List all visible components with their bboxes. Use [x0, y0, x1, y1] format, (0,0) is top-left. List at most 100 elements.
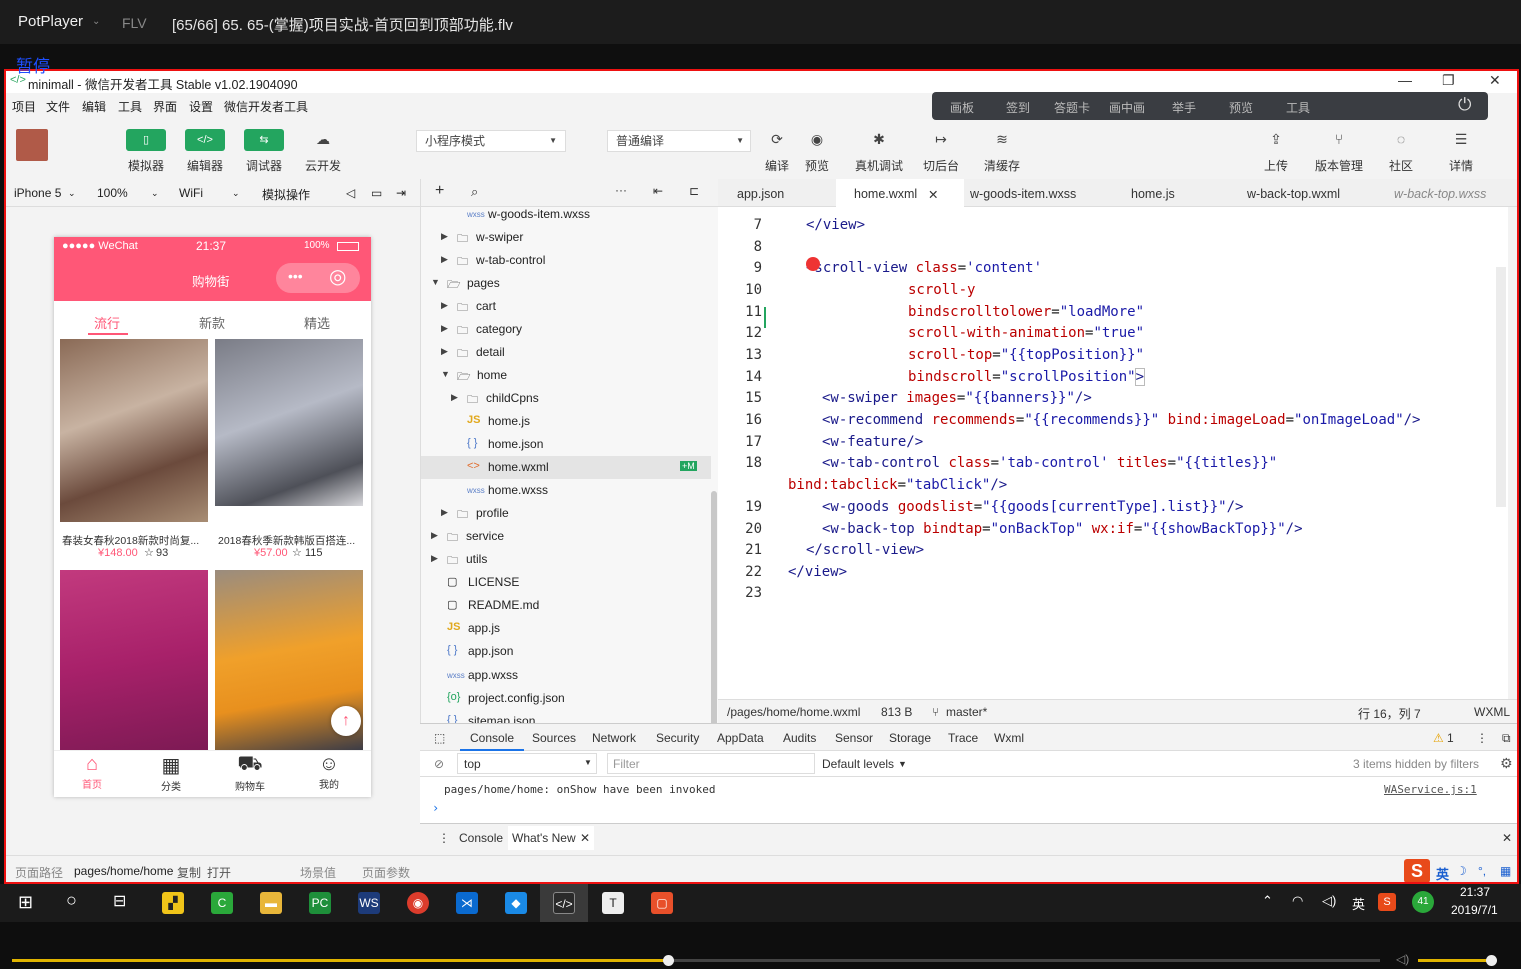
clock-time[interactable]: 21:37 [1460, 885, 1490, 899]
debugger-icon[interactable]: ⇆ [244, 129, 284, 151]
tree-item[interactable]: JS home.js [421, 410, 711, 433]
layers-icon[interactable]: ≋ [987, 131, 1017, 148]
tab-audits[interactable]: Audits [783, 731, 816, 745]
app-icon[interactable]: ◆ [505, 892, 527, 914]
volume-slider[interactable] [1418, 959, 1490, 962]
menu-tools[interactable]: 工具 [118, 98, 142, 115]
ime-tray-icon[interactable]: S [1378, 893, 1396, 911]
file-explorer-icon[interactable]: ▬ [260, 892, 282, 914]
pycharm-icon[interactable]: PC [309, 892, 331, 914]
editor-scrollbar[interactable] [1496, 267, 1506, 507]
collapse-icon[interactable]: ⊏ [689, 184, 699, 198]
player-brand[interactable]: PotPlayer [18, 13, 83, 30]
tree-item[interactable]: ▶ 🗀 profile [421, 502, 711, 525]
chevron-down-icon[interactable]: ⌄ [232, 188, 240, 199]
preview-label[interactable]: 预览 [787, 157, 847, 174]
tab-network[interactable]: Network [592, 731, 636, 745]
upload-label[interactable]: 上传 [1246, 157, 1306, 174]
tree-item[interactable]: ▶ 🗀 cart [421, 295, 711, 318]
seek-handle[interactable] [663, 955, 674, 966]
tab-selected[interactable]: 精选 [304, 313, 330, 332]
context-select[interactable]: top ▼ [457, 753, 597, 774]
open-link[interactable]: 打开 [207, 864, 231, 881]
overlay-preview[interactable]: 预览 [1229, 99, 1253, 116]
tree-item[interactable]: { } home.json [421, 433, 711, 456]
tree-item[interactable]: wxss app.wxss [421, 664, 711, 687]
tab-sensor[interactable]: Sensor [835, 731, 873, 745]
drawer-tab-whats-new[interactable]: What's New [512, 831, 576, 845]
copy-link[interactable]: 复制 [177, 864, 201, 881]
bug-icon[interactable]: ✱ [864, 131, 894, 148]
code-editor[interactable]: 7 8 9 10 11 12 13 14 15 16 17 18 19 20 2… [718, 207, 1508, 699]
console-source-link[interactable]: WAService.js:1 [1384, 783, 1477, 796]
levels-select[interactable]: Default levels [822, 757, 894, 771]
tab-popular[interactable]: 流行 [94, 313, 120, 332]
webstorm-icon[interactable]: WS [358, 892, 380, 914]
sticky-notes-icon[interactable]: ▞ [162, 892, 184, 914]
close-icon[interactable]: ✕ [580, 831, 590, 845]
typora-icon[interactable]: T [602, 892, 624, 914]
warning-count[interactable]: 1 [1447, 731, 1454, 745]
chrome-icon[interactable]: ◉ [407, 892, 429, 914]
tree-item-selected[interactable]: <> home.wxml +M [421, 456, 711, 479]
eye-icon[interactable]: ◉ [802, 131, 832, 148]
tree-item[interactable]: wxss w-goods-item.wxss [421, 203, 711, 226]
menu-project[interactable]: 项目 [12, 98, 36, 115]
page-params[interactable]: 页面参数 [362, 864, 410, 881]
maximize-icon[interactable]: ❐ [1442, 72, 1455, 89]
simulator-icon[interactable]: ▯ [126, 129, 166, 151]
tree-item[interactable]: wxss home.wxss [421, 479, 711, 502]
overlay-answer[interactable]: 答题卡 [1054, 99, 1090, 116]
menu-icon[interactable]: ☰ [1446, 131, 1476, 148]
tray-badge[interactable]: 41 [1412, 891, 1434, 913]
tab-w-goods-item-wxss[interactable]: w-goods-item.wxss [970, 187, 1076, 201]
add-icon[interactable]: + [435, 182, 444, 200]
tab-storage[interactable]: Storage [889, 731, 931, 745]
details-label[interactable]: 详情 [1431, 157, 1491, 174]
tab-new[interactable]: 新款 [199, 313, 225, 332]
device-select[interactable]: iPhone 5 [14, 186, 61, 200]
language-mode[interactable]: WXML [1474, 705, 1510, 719]
task-view-icon[interactable]: ⊟ [113, 891, 126, 911]
filter-input[interactable]: Filter [607, 753, 815, 774]
punct-icon[interactable]: °, [1478, 864, 1486, 878]
tree-item[interactable]: { } sitemap.json [421, 710, 711, 724]
back-top-button[interactable]: ↑ [331, 706, 361, 736]
ime-lang[interactable]: 英 [1436, 864, 1449, 882]
tree-item[interactable]: ▼ 🗁 pages [421, 272, 711, 295]
clear-cache-label[interactable]: 清缓存 [972, 157, 1032, 174]
caret-down-icon[interactable]: ▼ [898, 759, 907, 769]
goods-image[interactable] [60, 339, 208, 522]
gear-icon[interactable]: ⚙ [1500, 755, 1513, 772]
chevron-down-icon[interactable]: ⌄ [151, 188, 159, 199]
cloud-label[interactable]: 云开发 [293, 157, 353, 174]
refresh-icon[interactable]: ⟳ [762, 131, 792, 148]
input-lang[interactable]: 英 [1352, 894, 1365, 913]
more-icon[interactable]: ··· [615, 183, 627, 197]
tree-item[interactable]: ▶ 🗀 utils [421, 548, 711, 571]
moon-icon[interactable]: ☽ [1456, 864, 1467, 878]
overlay-board[interactable]: 画板 [950, 99, 974, 116]
background-label[interactable]: 切后台 [911, 157, 971, 174]
version-label[interactable]: 版本管理 [1309, 157, 1369, 174]
warning-icon[interactable]: ⚠ [1433, 731, 1444, 745]
menu-edit[interactable]: 编辑 [82, 98, 106, 115]
overlay-signin[interactable]: 签到 [1006, 99, 1030, 116]
branch-icon[interactable]: ⑂ [1324, 131, 1354, 147]
tab-wxml[interactable]: Wxml [994, 731, 1024, 745]
drawer-tab-console[interactable]: Console [459, 831, 503, 845]
operation-select[interactable]: 模拟操作 [262, 186, 310, 203]
overlay-pip[interactable]: 画中画 [1109, 99, 1145, 116]
tree-item[interactable]: JS app.js [421, 617, 711, 640]
tray-up-icon[interactable]: ⌃ [1262, 893, 1273, 909]
git-branch[interactable]: master* [946, 705, 987, 719]
detach-icon[interactable]: ⇥ [396, 186, 406, 200]
inspect-icon[interactable]: ⬚ [434, 731, 445, 745]
scene-value[interactable]: 场景值 [300, 864, 336, 881]
prompt-icon[interactable]: › [432, 801, 439, 815]
close-icon[interactable]: ✕ [928, 187, 938, 202]
rotate-icon[interactable]: ▭ [371, 186, 382, 200]
zoom-select[interactable]: 100% [97, 186, 128, 200]
upload-icon[interactable]: ⇪ [1261, 131, 1291, 148]
volume-icon[interactable]: ◁ [346, 186, 355, 200]
